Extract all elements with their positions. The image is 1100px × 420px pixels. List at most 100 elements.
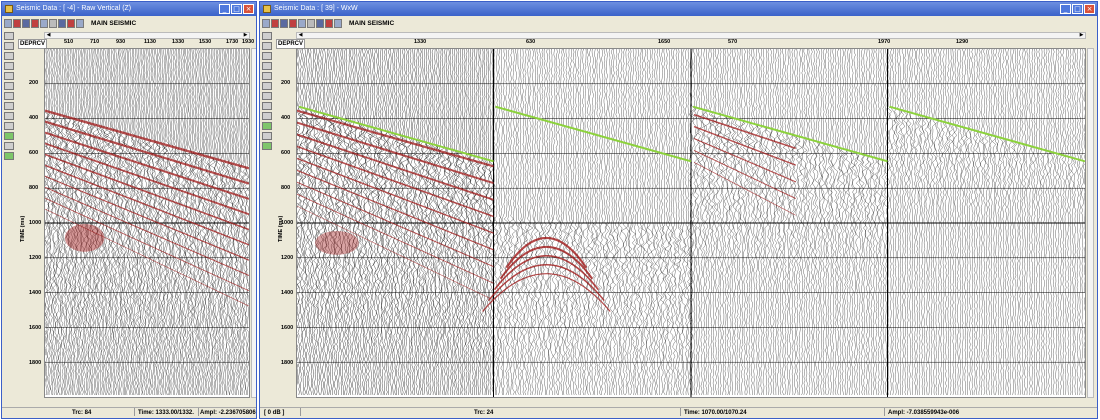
vertical-tool-button[interactable] [4,52,14,60]
y-tick-label: 1200 [29,255,42,261]
seismic-trace-group [45,49,249,396]
toolbar-tool-button[interactable] [334,18,342,28]
vertical-scrollbar[interactable] [251,48,256,398]
window-toolbar: MAIN SEISMIC [2,16,256,30]
x-tick-label: 1730 [226,39,239,45]
toolbar-tool-button[interactable] [31,18,39,28]
window-toolbar: MAIN SEISMIC [260,16,1097,30]
wavelet-event [693,137,796,183]
toolbar-tool-button[interactable] [289,18,297,28]
status-amplitude: Ampl: -2.2367058061e [200,410,257,416]
window-title: Seismic Data : [ -4] - Raw Vertical (Z) [16,5,132,12]
vertical-tool-button[interactable] [262,62,272,70]
scroll-left-arrow-icon[interactable]: ◀ [45,32,52,39]
x-tick-label: 930 [116,39,126,45]
vertical-tool-button[interactable] [262,132,272,140]
vertical-tool-button[interactable] [4,72,14,80]
x-tick-label: 1330 [172,39,185,45]
seismic-window-raw-vertical[interactable]: Seismic Data : [ -4] - Raw Vertical (Z) … [1,1,257,419]
minimize-icon[interactable]: _ [219,4,230,14]
y-tick-label: 1600 [29,325,42,331]
y-tick-label: 1400 [281,290,294,296]
x-tick-label: 1650 [658,39,671,45]
toolbar-tool-button[interactable] [13,18,21,28]
y-tick-label: 400 [281,115,291,121]
vertical-tool-button[interactable] [262,32,272,40]
seismic-trace-group [688,49,888,396]
seismic-app-icon [5,5,13,13]
toolbar-tool-button[interactable] [262,18,270,28]
seismic-trace-plot[interactable] [296,48,1086,398]
vertical-tool-button[interactable] [4,152,14,160]
toolbar-tool-button[interactable] [316,18,324,28]
toolbar-label: MAIN SEISMIC [91,19,137,27]
x-tick-label: 1530 [199,39,212,45]
maximize-icon[interactable]: □ [1072,4,1083,14]
y-axis-label: TIME (ms) [278,215,284,242]
vertical-tool-button[interactable] [262,102,272,110]
toolbar-tool-button[interactable] [271,18,279,28]
vertical-tool-button[interactable] [262,82,272,90]
vertical-scrollbar[interactable] [1087,48,1094,398]
toolbar-tool-button[interactable] [58,18,66,28]
wavelet-event [45,109,249,170]
close-icon[interactable]: × [243,4,254,14]
scroll-right-arrow-icon[interactable]: ▶ [1078,32,1085,39]
horizontal-scrollbar[interactable]: ◀ ▶ [44,32,250,39]
vertical-tool-button[interactable] [4,32,14,40]
toolbar-tool-button[interactable] [22,18,30,28]
axis-corner-label: DEPRCV [18,39,48,49]
vertical-tool-button[interactable] [262,42,272,50]
scroll-left-arrow-icon[interactable]: ◀ [297,32,304,39]
vertical-tool-button[interactable] [262,122,272,130]
vertical-tool-button[interactable] [4,112,14,120]
x-tick-label: 570 [728,39,738,45]
toolbar-tool-button[interactable] [325,18,333,28]
scroll-right-arrow-icon[interactable]: ▶ [242,32,249,39]
vertical-tool-button[interactable] [4,142,14,150]
seismic-trace-plot[interactable] [44,48,250,398]
x-tick-label: 630 [526,39,536,45]
vertical-tool-button[interactable] [4,132,14,140]
vertical-tool-button[interactable] [262,112,272,120]
vertical-tool-button[interactable] [4,82,14,90]
y-tick-label: 1200 [281,255,294,261]
toolbar-tool-button[interactable] [307,18,315,28]
window-titlebar[interactable]: Seismic Data : [ 39] - WxW _ □ × [260,2,1097,16]
status-bar: Trc: 84 Time: 1333.00/1332. Ampl: -2.236… [2,407,256,418]
vertical-tool-button[interactable] [4,102,14,110]
minimize-icon[interactable]: _ [1060,4,1071,14]
x-tick-label: 1290 [956,39,969,45]
vertical-tool-button[interactable] [4,92,14,100]
status-time: Time: 1070.00/1070.24 [684,410,747,416]
toolbar-tool-button[interactable] [280,18,288,28]
close-icon[interactable]: × [1084,4,1095,14]
vertical-tool-button[interactable] [4,62,14,70]
toolbar-label: MAIN SEISMIC [349,19,395,27]
toolbar-tool-button[interactable] [67,18,75,28]
toolbar-tool-button[interactable] [298,18,306,28]
toolbar-tool-button[interactable] [40,18,48,28]
wavelet-event [297,157,494,234]
maximize-icon[interactable]: □ [231,4,242,14]
vertical-tool-button[interactable] [262,72,272,80]
y-tick-label: 800 [281,185,291,191]
y-tick-label: 600 [281,150,291,156]
status-trace: Trc: 84 [72,410,92,416]
toolbar-tool-button[interactable] [4,18,12,28]
y-tick-label: 1800 [281,360,294,366]
vertical-tool-button[interactable] [262,92,272,100]
y-tick-label: 1400 [29,290,42,296]
seismic-app-icon [263,5,271,13]
y-axis-label: TIME (ms) [20,215,26,242]
seismic-window-wxw[interactable]: Seismic Data : [ 39] - WxW _ □ × MAIN SE… [259,1,1098,419]
horizontal-scrollbar[interactable]: ◀ ▶ [296,32,1086,39]
vertical-tool-button[interactable] [4,122,14,130]
toolbar-tool-button[interactable] [76,18,84,28]
vertical-tool-button[interactable] [262,142,272,150]
window-titlebar[interactable]: Seismic Data : [ -4] - Raw Vertical (Z) … [2,2,256,16]
toolbar-tool-button[interactable] [49,18,57,28]
status-amplitude: Ampl: -7.038559943e-006 [888,410,960,416]
vertical-tool-button[interactable] [262,52,272,60]
vertical-tool-button[interactable] [4,42,14,50]
